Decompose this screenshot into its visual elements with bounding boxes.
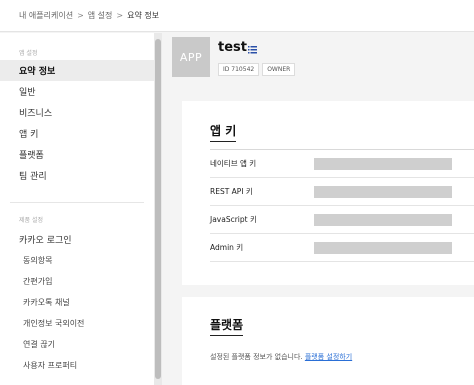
key-label: REST API 키 [210,187,253,196]
platform-setup-link[interactable]: 플랫폼 설정하기 [305,353,352,361]
javascript-key-value[interactable] [314,213,452,226]
sidebar-item-general[interactable]: 일반 [0,81,154,102]
sidebar-sub-user-property[interactable]: 사용자 프로퍼티 [0,355,154,376]
key-row: 네이티브 앱 키 [210,150,474,178]
list-icon[interactable] [248,45,257,54]
sidebar-item-business[interactable]: 비즈니스 [0,102,154,123]
breadcrumb-current: 요약 정보 [127,11,160,20]
key-row: REST API 키 [210,178,474,206]
breadcrumb-separator: > [116,11,124,20]
app-keys-card: 앱 키 네이티브 앱 키 REST API 키 JavaScript 키 Adm… [182,101,474,285]
sidebar-section-app-settings: 앱 설정 [19,50,38,57]
sidebar-sub-overseas-transfer[interactable]: 개인정보 국외이전 [0,313,154,334]
sidebar-sub-unlink[interactable]: 연결 끊기 [0,334,154,355]
sidebar-sub-kakaotalk-channel[interactable]: 카카오톡 채널 [0,292,154,313]
breadcrumb-app-settings[interactable]: 앱 설정 [88,10,113,21]
key-row: Admin 키 [210,234,474,262]
key-label: Admin 키 [210,243,244,252]
sidebar-item-platform[interactable]: 플랫폼 [0,144,154,165]
app-meta: ID 710542 OWNER [218,63,298,76]
app-keys-title: 앱 키 [210,122,237,142]
app-name: test [218,40,247,55]
sidebar-divider [10,202,144,203]
sidebar-item-summary[interactable]: 요약 정보 [0,60,154,81]
platform-card: 플랫폼 설정된 플랫폼 정보가 없습니다. 플랫폼 설정하기 [182,297,474,385]
key-label: JavaScript 키 [210,215,257,224]
sidebar-item-app-key[interactable]: 앱 키 [0,123,154,144]
sidebar-sub-simple-signup[interactable]: 간편가입 [0,271,154,292]
sidebar-section-product-settings: 제품 설정 [19,217,43,224]
admin-key-value[interactable] [314,241,452,254]
key-label: 네이티브 앱 키 [210,159,257,168]
native-app-key-value[interactable] [314,157,452,170]
app-header: APP test ID 710542 OWNER [162,33,474,85]
app-logo: APP [172,37,210,77]
rest-api-key-value[interactable] [314,185,452,198]
breadcrumb: 내 애플리케이션 > 앱 설정 > 요약 정보 [0,0,474,32]
scrollbar-thumb[interactable] [155,39,161,379]
breadcrumb-separator: > [77,11,84,20]
platform-empty-text: 설정된 플랫폼 정보가 없습니다. [210,353,303,361]
sidebar-sub-consent[interactable]: 동의항목 [0,250,154,271]
app-role-badge: OWNER [262,63,296,76]
app-keys-table: 네이티브 앱 키 REST API 키 JavaScript 키 Admin 키 [210,149,474,262]
key-row: JavaScript 키 [210,206,474,234]
main-content: APP test ID 710542 OWNER 앱 키 네이티브 앱 키 RE… [162,33,474,385]
breadcrumb-my-apps[interactable]: 내 애플리케이션 [19,10,73,21]
platform-message: 설정된 플랫폼 정보가 없습니다. 플랫폼 설정하기 [210,352,352,362]
app-id-badge: ID 710542 [218,63,260,76]
sidebar-scrollbar[interactable] [154,33,162,385]
platform-title: 플랫폼 [210,316,244,336]
sidebar: 앱 설정 요약 정보 일반 비즈니스 앱 키 플랫폼 팀 관리 제품 설정 카카… [0,33,154,385]
sidebar-item-team[interactable]: 팀 관리 [0,165,154,186]
sidebar-item-kakao-login[interactable]: 카카오 로그인 [0,229,154,250]
